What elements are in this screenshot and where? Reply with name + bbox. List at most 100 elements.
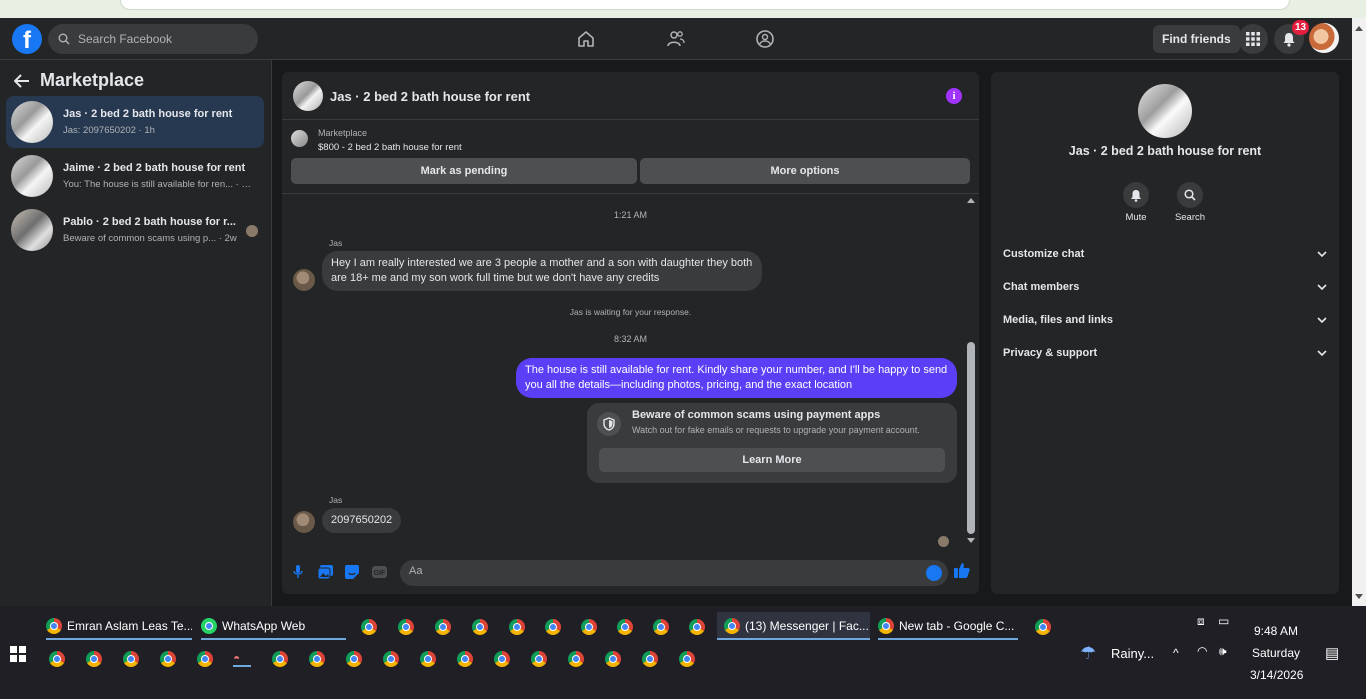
listing-photo[interactable] [1138, 84, 1192, 138]
chrome-icon[interactable] [472, 619, 488, 635]
clock-date[interactable]: 3/14/2026 [1250, 668, 1303, 682]
find-friends-button[interactable]: Find friends [1153, 25, 1240, 53]
chevron-down-icon [1317, 284, 1327, 290]
chrome-icon[interactable] [494, 651, 510, 667]
incoming-message: Hey I am really interested we are 3 peop… [322, 251, 762, 291]
search-icon[interactable] [1177, 182, 1203, 208]
scroll-down-arrow-icon[interactable] [1355, 594, 1363, 599]
chrome-icon[interactable] [272, 651, 288, 667]
chrome-icon[interactable] [545, 619, 561, 635]
page-scrollbar[interactable] [1352, 18, 1366, 606]
message-input[interactable] [409, 565, 909, 577]
privacy-support-row[interactable]: Privacy & support [1003, 343, 1327, 363]
conversation-item[interactable]: Jas · 2 bed 2 bath house for rent Jas: 2… [6, 96, 264, 148]
gif-icon[interactable]: GIF [371, 564, 387, 580]
chrome-icon[interactable] [509, 619, 525, 635]
seen-avatar [246, 225, 258, 237]
chrome-icon[interactable] [383, 651, 399, 667]
photo-icon[interactable] [317, 564, 333, 580]
sender-avatar[interactable] [293, 511, 315, 533]
chrome-icon[interactable] [689, 619, 705, 635]
weather-label[interactable]: Rainy... [1111, 646, 1154, 661]
scroll-up-arrow-icon[interactable] [967, 198, 975, 203]
mute-bell-icon[interactable] [1123, 182, 1149, 208]
sender-avatar[interactable] [293, 269, 315, 291]
chat-members-row[interactable]: Chat members [1003, 277, 1327, 297]
timestamp: 1:21 AM [613, 210, 648, 220]
more-options-button[interactable]: More options [640, 158, 970, 184]
battery-icon[interactable]: ▭ [1218, 614, 1229, 628]
chrome-icon[interactable] [617, 619, 633, 635]
listing-price[interactable]: $800 - 2 bed 2 bath house for rent [318, 142, 462, 153]
clock-day[interactable]: Saturday [1252, 646, 1300, 660]
chrome-icon[interactable] [653, 619, 669, 635]
emoji-icon[interactable] [926, 565, 942, 581]
account-avatar[interactable] [1309, 23, 1339, 53]
back-arrow-icon[interactable] [14, 73, 30, 88]
chrome-icon[interactable] [346, 651, 362, 667]
chrome-icon[interactable] [160, 651, 176, 667]
customize-chat-row[interactable]: Customize chat [1003, 244, 1327, 264]
chat-title[interactable]: Jas · 2 bed 2 bath house for rent [330, 89, 530, 104]
chrome-icon[interactable] [679, 651, 695, 667]
scroll-down-arrow-icon[interactable] [967, 538, 975, 543]
chrome-icon[interactable] [457, 651, 473, 667]
taskbar-tab[interactable]: New tab - Google C... [878, 612, 1018, 640]
umbrella-rain-icon[interactable]: ☂ [1080, 643, 1096, 664]
conversation-item[interactable]: Jaime · 2 bed 2 bath house for rent You:… [6, 150, 264, 202]
windows-start-icon[interactable] [10, 646, 26, 662]
chrome-icon[interactable] [605, 651, 621, 667]
scroll-up-arrow-icon[interactable] [1355, 26, 1363, 31]
chrome-icon[interactable] [435, 619, 451, 635]
wifi-icon[interactable]: ◠ [1197, 644, 1207, 658]
info-icon[interactable]: i [946, 88, 962, 104]
facebook-logo[interactable]: f [12, 24, 42, 54]
app-icon[interactable]: ◓ [233, 651, 251, 667]
chrome-icon[interactable] [642, 651, 658, 667]
chrome-icon[interactable] [581, 619, 597, 635]
search-box[interactable] [48, 24, 258, 54]
chrome-icon[interactable] [49, 651, 65, 667]
chrome-icon[interactable] [197, 651, 213, 667]
conversation-item[interactable]: Pablo · 2 bed 2 bath house for r... Bewa… [6, 204, 264, 256]
chrome-icon[interactable] [123, 651, 139, 667]
friends-icon[interactable] [664, 27, 688, 51]
divider [282, 193, 979, 194]
chrome-icon[interactable] [361, 619, 377, 635]
chrome-icon[interactable] [309, 651, 325, 667]
chrome-icon[interactable] [398, 619, 414, 635]
message-composer[interactable] [400, 560, 948, 586]
camera-icon[interactable]: ⧈ [1197, 614, 1205, 629]
address-bar[interactable] [120, 0, 1290, 10]
chrome-icon[interactable] [568, 651, 584, 667]
taskbar-tab[interactable]: WhatsApp Web [201, 612, 346, 640]
menu-grid-icon[interactable] [1238, 24, 1268, 54]
notification-center-icon[interactable]: ▤ [1325, 644, 1339, 662]
clock-time[interactable]: 9:48 AM [1254, 624, 1298, 638]
microphone-icon[interactable] [290, 564, 306, 580]
chrome-icon[interactable] [1035, 619, 1051, 635]
chrome-icon[interactable] [86, 651, 102, 667]
sticker-icon[interactable] [344, 564, 360, 580]
chevron-down-icon [1317, 317, 1327, 323]
chrome-icon[interactable] [420, 651, 436, 667]
learn-more-button[interactable]: Learn More [599, 448, 945, 472]
home-icon[interactable] [574, 27, 598, 51]
mark-as-pending-button[interactable]: Mark as pending [291, 158, 637, 184]
sender-name: Jas [329, 495, 343, 505]
chrome-icon[interactable] [531, 651, 547, 667]
chat-scrollbar[interactable] [964, 194, 979, 550]
like-thumbs-up-icon[interactable] [954, 562, 970, 578]
media-files-links-row[interactable]: Media, files and links [1003, 310, 1327, 330]
speaker-icon[interactable]: 🕪 [1219, 644, 1227, 659]
chevron-up-icon[interactable]: ^ [1173, 646, 1179, 660]
chat-thumbnail[interactable] [293, 81, 323, 111]
scroll-thumb[interactable] [967, 342, 975, 534]
chrome-icon [46, 618, 62, 634]
scam-warning-card: Beware of common scams using payment app… [587, 403, 957, 483]
groups-icon[interactable] [753, 27, 777, 51]
taskbar-tab[interactable]: Emran Aslam Leas Te... [46, 612, 192, 640]
listing-icon [291, 130, 308, 147]
search-input[interactable] [78, 32, 248, 46]
taskbar-tab-active[interactable]: (13) Messenger | Fac... [717, 612, 870, 640]
